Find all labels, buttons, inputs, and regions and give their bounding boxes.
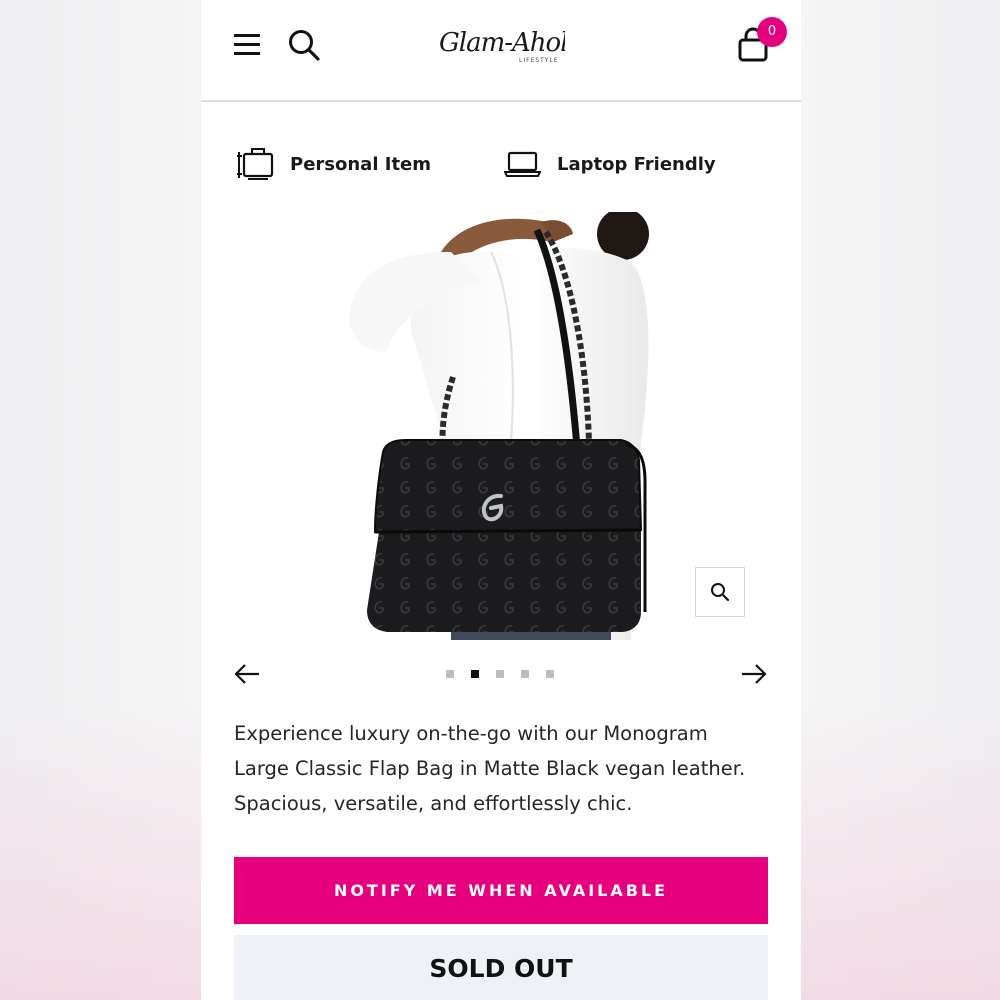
mobile-page: Glam-Aholic LIFESTYLE 0 Personal Item — [201, 0, 801, 1000]
search-icon[interactable] — [287, 28, 321, 62]
background-left — [0, 0, 201, 1000]
arrow-left-icon[interactable] — [234, 662, 260, 686]
carousel-dots — [446, 670, 571, 678]
notify-me-button[interactable]: NOTIFY ME WHEN AVAILABLE — [234, 857, 768, 924]
arrow-right-icon[interactable] — [741, 662, 767, 686]
product-description: Experience luxury on-the-go with our Mon… — [234, 722, 746, 815]
feature-personal-item: Personal Item — [236, 145, 431, 183]
carousel-dot[interactable] — [546, 670, 554, 678]
personal-item-icon — [237, 148, 274, 180]
site-header: Glam-Aholic LIFESTYLE 0 — [201, 0, 801, 102]
background-right — [799, 0, 1000, 1000]
laptop-icon — [504, 151, 541, 177]
carousel-dot[interactable] — [446, 670, 454, 678]
brand-logo[interactable]: Glam-Aholic LIFESTYLE — [437, 20, 591, 68]
logo-text: Glam-Aholic — [439, 28, 565, 58]
zoom-icon — [711, 583, 730, 602]
sold-out-label: SOLD OUT — [234, 935, 768, 1000]
feature-label-personal-item: Personal Item — [290, 153, 432, 175]
product-image[interactable] — [341, 212, 661, 640]
carousel-dot[interactable] — [521, 670, 529, 678]
feature-label-laptop-friendly: Laptop Friendly — [557, 153, 716, 175]
cart-count-badge: 0 — [757, 17, 787, 47]
menu-icon[interactable] — [234, 34, 260, 56]
feature-laptop-friendly: Laptop Friendly — [504, 145, 716, 183]
logo-subtext: LIFESTYLE — [519, 57, 559, 64]
carousel-dot-active[interactable] — [471, 670, 479, 678]
carousel-dot[interactable] — [496, 670, 504, 678]
zoom-button[interactable] — [695, 567, 745, 617]
